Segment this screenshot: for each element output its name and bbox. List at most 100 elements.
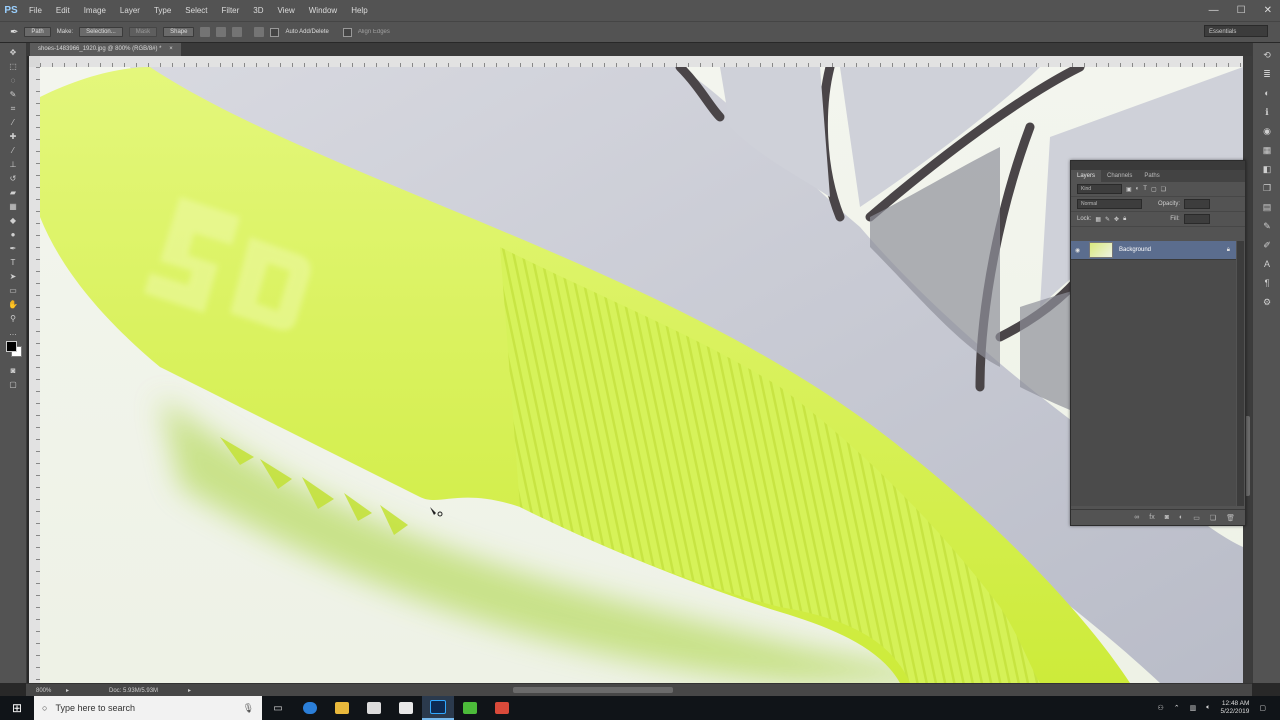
mask-icon[interactable]: ◙ — [1165, 514, 1169, 521]
menu-edit[interactable]: Edit — [49, 0, 77, 21]
volume-icon[interactable]: 🔈︎ — [1206, 704, 1210, 712]
make-shape-button[interactable]: Shape — [163, 27, 195, 37]
ruler-origin[interactable] — [29, 56, 40, 67]
visibility-eye-icon[interactable]: ◉ — [1075, 247, 1083, 254]
green-app-icon[interactable] — [454, 696, 486, 720]
align-edges-checkbox[interactable] — [342, 27, 352, 37]
horizontal-scroll-thumb[interactable] — [513, 687, 673, 693]
channels-panel-icon[interactable]: ▤ — [1261, 202, 1273, 212]
link-icon[interactable]: ∞ — [1134, 514, 1139, 521]
workspace-select[interactable]: Essentials — [1204, 25, 1268, 37]
styles-panel-icon[interactable]: ◧ — [1261, 164, 1273, 174]
menu-image[interactable]: Image — [77, 0, 113, 21]
adjustment-icon[interactable]: ◐ — [1179, 514, 1183, 521]
adjustments-panel-icon[interactable]: ◐ — [1261, 88, 1273, 98]
fill-input[interactable] — [1183, 214, 1210, 224]
menu-filter[interactable]: Filter — [215, 0, 247, 21]
microphone-icon[interactable]: 🎙︎ — [243, 703, 254, 714]
file-explorer-icon[interactable] — [326, 696, 358, 720]
tool-presets-panel-icon[interactable]: ⚙ — [1261, 297, 1273, 307]
auto-add-delete-checkbox[interactable] — [270, 27, 280, 37]
settings-gear-icon[interactable] — [254, 27, 265, 37]
filter-smart-object-icon[interactable]: ❏ — [1161, 186, 1166, 193]
tool-mode-select[interactable]: Path — [24, 27, 51, 37]
path-arrangement-icon[interactable] — [232, 27, 243, 37]
quick-select-tool-icon[interactable]: ✎ — [7, 90, 19, 99]
lasso-tool-icon[interactable]: ◌ — [7, 76, 19, 85]
screen-mode-icon[interactable]: ▢ — [7, 380, 19, 389]
quick-mask-icon[interactable]: ◙ — [7, 366, 19, 375]
path-selection-tool-icon[interactable]: ➤ — [7, 272, 19, 281]
swatches-panel-icon[interactable]: ▦ — [1261, 145, 1273, 155]
history-panel-icon[interactable]: ⟲ — [1261, 50, 1273, 60]
move-tool-icon[interactable]: ✥ — [7, 48, 19, 57]
color-swatches[interactable] — [6, 341, 26, 361]
path-alignment-icon[interactable] — [216, 27, 227, 37]
edge-icon[interactable] — [294, 696, 326, 720]
more-tools-icon[interactable]: … — [7, 328, 19, 337]
info-panel-icon[interactable]: ℹ — [1261, 107, 1273, 117]
document-canvas[interactable] — [40, 67, 1243, 683]
layers-panel-icon[interactable]: ❐ — [1261, 183, 1273, 193]
dodge-tool-icon[interactable]: ● — [7, 230, 19, 239]
tab-layers[interactable]: Layers — [1071, 170, 1102, 182]
kind-filter-select[interactable]: Kind — [1077, 184, 1122, 194]
taskbar-search[interactable]: ○ Type here to search 🎙︎ — [34, 696, 262, 720]
windows-start-icon[interactable]: ⊞ — [0, 696, 34, 720]
lock-pixels-icon[interactable]: ▦ — [1095, 216, 1101, 223]
layer-row-background[interactable]: ◉ Background 🔒︎ — [1071, 241, 1236, 260]
clone-stamp-tool-icon[interactable]: ⊥ — [7, 160, 19, 169]
layers-panel-header[interactable] — [1071, 161, 1245, 170]
close-tab-icon[interactable]: × — [169, 46, 173, 52]
filter-shape-icon[interactable]: ▢ — [1151, 186, 1157, 193]
menu-type[interactable]: Type — [147, 0, 178, 21]
group-icon[interactable]: ▭ — [1193, 514, 1200, 522]
brush-tool-icon[interactable]: ⁄ — [7, 146, 19, 155]
gradient-tool-icon[interactable]: ▦ — [7, 202, 19, 211]
menu-file[interactable]: File — [22, 0, 49, 21]
history-brush-tool-icon[interactable]: ↺ — [7, 174, 19, 183]
lock-position-icon[interactable]: ✥ — [1114, 216, 1119, 223]
blend-mode-select[interactable]: Normal — [1077, 199, 1142, 209]
brushes-panel-icon[interactable]: ✐ — [1261, 240, 1273, 250]
new-layer-icon[interactable]: ❏ — [1210, 514, 1216, 522]
network-icon[interactable]: ▥ — [1190, 704, 1197, 712]
properties-panel-icon[interactable]: ≣ — [1261, 69, 1273, 79]
eraser-tool-icon[interactable]: ▰ — [7, 188, 19, 197]
clock[interactable]: 12:48 AM 5/22/2019 — [1220, 700, 1249, 716]
close-button[interactable]: ✕ — [1264, 5, 1272, 16]
task-view-icon[interactable]: ▭ — [262, 696, 294, 720]
notifications-icon[interactable]: ▢ — [1259, 704, 1266, 712]
pen-tool-icon[interactable]: ✒ — [7, 244, 19, 253]
status-menu-icon[interactable]: ▸ — [188, 687, 191, 694]
paragraph-panel-icon[interactable]: ¶ — [1261, 278, 1273, 288]
tray-chevron-icon[interactable]: ⌃ — [1174, 704, 1180, 712]
make-mask-button[interactable]: Mask — [128, 27, 158, 37]
eyedropper-tool-icon[interactable]: ⁄ — [7, 118, 19, 127]
menu-layer[interactable]: Layer — [113, 0, 147, 21]
layers-scrollbar[interactable] — [1237, 241, 1244, 506]
path-operations-icon[interactable] — [200, 27, 211, 37]
blur-tool-icon[interactable]: ◆ — [7, 216, 19, 225]
document-tab[interactable]: shoes-1483966_1920.jpg @ 800% (RGB/8#) *… — [30, 43, 181, 56]
filter-pixel-icon[interactable]: ▣ — [1126, 186, 1132, 193]
fx-icon[interactable]: fx — [1149, 514, 1154, 521]
menu-window[interactable]: Window — [302, 0, 344, 21]
store-icon[interactable] — [358, 696, 390, 720]
character-panel-icon[interactable]: A — [1261, 259, 1273, 269]
minimize-button[interactable]: — — [1209, 5, 1219, 16]
lock-all-icon[interactable]: 🔒︎ — [1123, 216, 1126, 223]
type-tool-icon[interactable]: T — [7, 258, 19, 267]
tab-channels[interactable]: Channels — [1101, 170, 1138, 182]
filter-type-icon[interactable]: T — [1143, 186, 1147, 192]
zoom-tool-icon[interactable]: ⚲ — [7, 314, 19, 323]
trash-icon[interactable]: 🗑︎ — [1226, 514, 1235, 522]
foreground-color-swatch[interactable] — [6, 341, 17, 352]
paths-panel-icon[interactable]: ✎ — [1261, 221, 1273, 231]
hand-tool-icon[interactable]: ✋ — [7, 300, 19, 309]
photoshop-icon[interactable] — [422, 696, 454, 720]
zoom-level[interactable]: 800% — [36, 688, 66, 694]
menu-help[interactable]: Help — [344, 0, 374, 21]
lock-paint-icon[interactable]: ✎ — [1105, 216, 1110, 223]
status-info-icon[interactable]: ▸ — [66, 687, 69, 694]
